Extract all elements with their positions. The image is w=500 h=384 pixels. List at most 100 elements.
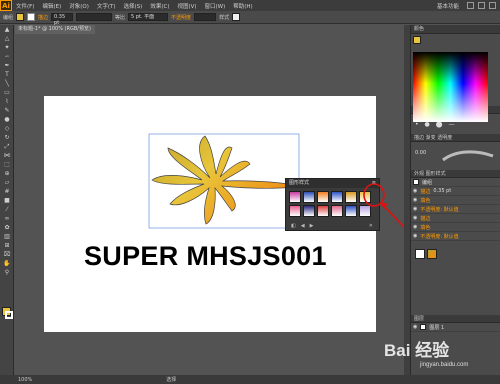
color-panel-tab[interactable]: 颜色 bbox=[411, 25, 500, 34]
style-swatch[interactable] bbox=[232, 13, 241, 21]
width-tool-icon[interactable]: ⋈ bbox=[0, 151, 14, 160]
graphic-style-swatch[interactable] bbox=[303, 191, 315, 203]
graphic-style-swatch[interactable] bbox=[289, 205, 301, 217]
graphic-style-swatch[interactable] bbox=[317, 205, 329, 217]
menu-object[interactable]: 对象(O) bbox=[65, 2, 93, 10]
appearance-panel-tabs[interactable]: 外观 图形样式 bbox=[411, 170, 500, 178]
flower-shape[interactable] bbox=[151, 135, 300, 225]
selection-tool-icon[interactable]: ▲ bbox=[0, 25, 14, 34]
transparency-tab[interactable]: 透明度 bbox=[437, 135, 452, 141]
appearance-row[interactable]: ◉ 不透明度: 默认值 bbox=[411, 205, 500, 214]
blob-brush-icon[interactable]: ● bbox=[0, 115, 14, 124]
appearance-row[interactable]: ◉ 不透明度: 默认值 bbox=[411, 232, 500, 241]
slice-tool-icon[interactable]: ⌧ bbox=[0, 250, 14, 259]
brush-definition[interactable]: 5 pt. 平面 bbox=[128, 13, 169, 21]
eye-icon[interactable]: ◉ bbox=[413, 188, 417, 194]
eye-icon[interactable]: ◉ bbox=[413, 215, 417, 221]
gradient-tab[interactable]: 渐变 bbox=[426, 135, 436, 141]
next-library-icon[interactable]: ▶ bbox=[310, 223, 314, 229]
graphic-style-swatch[interactable] bbox=[317, 191, 329, 203]
mesh-tool-icon[interactable]: # bbox=[0, 187, 14, 196]
gradient-tool-icon[interactable]: ■ bbox=[0, 196, 14, 205]
appearance-row[interactable]: ◉ 描边 bbox=[411, 214, 500, 223]
menu-edit[interactable]: 编辑(E) bbox=[38, 2, 65, 10]
rectangle-tool-icon[interactable]: ▭ bbox=[0, 88, 14, 97]
eye-icon[interactable]: ◉ bbox=[413, 233, 417, 239]
appearance-row[interactable]: 编组 bbox=[411, 178, 500, 187]
graphic-style-swatch[interactable] bbox=[303, 205, 315, 217]
headline-text[interactable]: SUPER MHSJS001 bbox=[84, 241, 327, 272]
symbol-sprayer-icon[interactable]: ✿ bbox=[0, 223, 14, 232]
default-style-swatch[interactable] bbox=[415, 249, 425, 259]
eyedropper-icon[interactable]: ⁄ bbox=[0, 205, 14, 214]
graphic-style-swatch[interactable] bbox=[289, 191, 301, 203]
close-button[interactable] bbox=[489, 2, 496, 9]
zoom-tool-icon[interactable]: ⚲ bbox=[0, 268, 14, 277]
line-tool-icon[interactable]: ╲ bbox=[0, 79, 14, 88]
perspective-grid-icon[interactable]: ▱ bbox=[0, 178, 14, 187]
eye-icon[interactable]: ◉ bbox=[413, 206, 417, 212]
pencil-tool-icon[interactable]: ✎ bbox=[0, 106, 14, 115]
scale-tool-icon[interactable]: ⤢ bbox=[0, 142, 14, 151]
menu-window[interactable]: 窗口(W) bbox=[201, 2, 230, 10]
stroke-panel-tabs[interactable]: 描边 渐变 透明度 bbox=[411, 134, 500, 142]
stroke-weight-field[interactable]: 0.35 pt bbox=[51, 13, 74, 26]
artboard-tool-icon[interactable]: ⊞ bbox=[0, 241, 14, 250]
maximize-button[interactable] bbox=[478, 2, 485, 9]
document-tab[interactable]: 未标题-1* @ 100% (RGB/预览) bbox=[15, 25, 95, 34]
rotate-tool-icon[interactable]: ↻ bbox=[0, 133, 14, 142]
appearance-row[interactable]: ◉ 描边 0.35 pt bbox=[411, 187, 500, 196]
eye-icon[interactable]: ◉ bbox=[413, 224, 417, 230]
color-spectrum[interactable] bbox=[413, 52, 488, 122]
workspace-switcher[interactable]: 基本功能 bbox=[433, 2, 463, 10]
graphic-styles-tab[interactable]: 图形样式 bbox=[426, 171, 446, 177]
fill-swatch[interactable] bbox=[16, 13, 25, 21]
menu-file[interactable]: 文件(F) bbox=[12, 2, 38, 10]
type-tool-icon[interactable]: T bbox=[0, 70, 14, 79]
free-transform-icon[interactable]: ⬚ bbox=[0, 160, 14, 169]
appearance-tab[interactable]: 外观 bbox=[414, 171, 424, 177]
layer-row[interactable]: ◉ 图层 1 bbox=[411, 323, 500, 332]
layers-panel: 图层 ◉ 图层 1 bbox=[411, 315, 500, 332]
menu-effect[interactable]: 效果(C) bbox=[146, 2, 173, 10]
stroke-tab[interactable]: 描边 bbox=[414, 135, 424, 141]
minimize-button[interactable] bbox=[467, 2, 474, 9]
gold-style-swatch[interactable] bbox=[427, 249, 437, 259]
prev-library-icon[interactable]: ◀ bbox=[301, 223, 305, 229]
stroke-swatch[interactable] bbox=[27, 13, 36, 21]
graphic-style-swatch[interactable] bbox=[331, 205, 343, 217]
stroke-value[interactable]: 0.00 bbox=[415, 150, 426, 156]
layers-tab[interactable]: 图层 bbox=[411, 315, 500, 323]
opacity-label[interactable]: 不透明度 bbox=[171, 14, 191, 21]
graph-tool-icon[interactable]: ▥ bbox=[0, 232, 14, 241]
appearance-row[interactable]: ◉ 填色 bbox=[411, 223, 500, 232]
eraser-tool-icon[interactable]: ◇ bbox=[0, 124, 14, 133]
library-menu-icon[interactable]: ◧ bbox=[291, 223, 296, 229]
layer-name[interactable]: 图层 1 bbox=[429, 324, 444, 331]
shape-builder-icon[interactable]: ⊕ bbox=[0, 169, 14, 178]
appearance-row[interactable]: ◉ 填色 bbox=[411, 196, 500, 205]
menu-help[interactable]: 帮助(H) bbox=[229, 2, 256, 10]
stroke-color-icon[interactable] bbox=[5, 311, 13, 319]
direct-selection-tool-icon[interactable]: △ bbox=[0, 34, 14, 43]
menu-select[interactable]: 选择(S) bbox=[120, 2, 147, 10]
stroke-label[interactable]: 描边 bbox=[38, 14, 48, 21]
graphic-styles-title-label: 图形样式 bbox=[289, 180, 310, 186]
graphic-style-swatch[interactable] bbox=[345, 205, 357, 217]
color-fill-swatch[interactable] bbox=[413, 36, 421, 44]
zoom-level[interactable]: 100% bbox=[18, 377, 32, 383]
eye-icon[interactable]: ◉ bbox=[413, 197, 417, 203]
opacity-field[interactable] bbox=[194, 13, 217, 21]
hand-tool-icon[interactable]: ✋ bbox=[0, 259, 14, 268]
brush-tool-icon[interactable]: ⌇ bbox=[0, 97, 14, 106]
lasso-tool-icon[interactable]: ∽ bbox=[0, 52, 14, 61]
magic-wand-icon[interactable]: ✦ bbox=[0, 43, 14, 52]
blend-tool-icon[interactable]: ∞ bbox=[0, 214, 14, 223]
eye-icon[interactable]: ◉ bbox=[413, 324, 417, 330]
graphic-style-swatch[interactable] bbox=[345, 191, 357, 203]
graphic-style-swatch[interactable] bbox=[331, 191, 343, 203]
menu-type[interactable]: 文字(T) bbox=[93, 2, 120, 10]
variable-width-profile[interactable] bbox=[76, 13, 113, 21]
pen-tool-icon[interactable]: ✒ bbox=[0, 61, 14, 70]
menu-view[interactable]: 视图(V) bbox=[173, 2, 200, 10]
